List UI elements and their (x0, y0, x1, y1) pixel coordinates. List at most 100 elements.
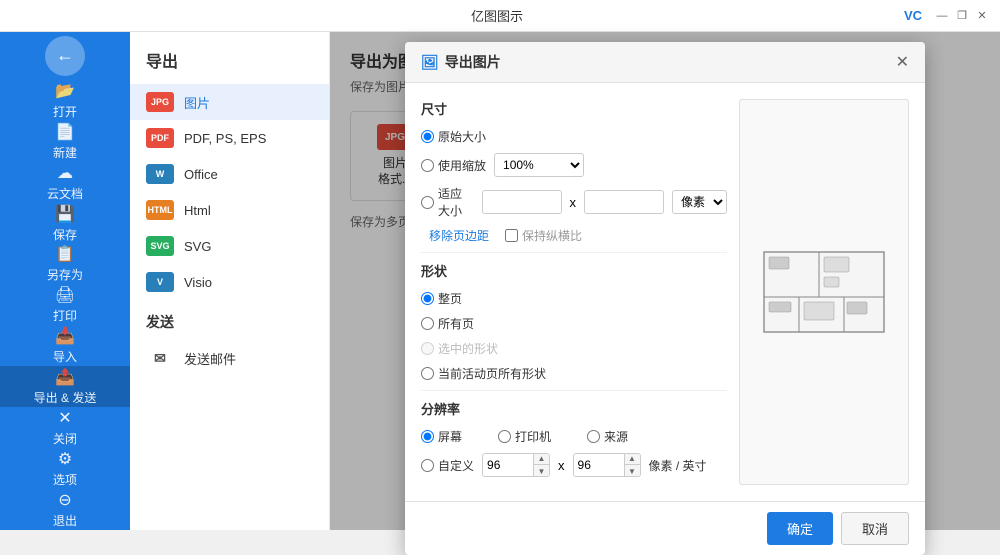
original-size-label[interactable]: 原始大小 (421, 128, 486, 145)
sidebar-item-open[interactable]: 📂 打开 (0, 80, 130, 121)
shape-selected-label: 选中的形状 (421, 340, 498, 357)
sidebar-label-import: 导入 (53, 348, 77, 365)
shape-all-label[interactable]: 所有页 (421, 315, 474, 332)
content-area: 导出 JPG 图片 PDF PDF, PS, EPS W Office HTML… (130, 32, 1000, 530)
res-width-down-button[interactable]: ▼ (533, 465, 549, 477)
zoom-select[interactable]: 100% 50% 200% (494, 153, 584, 177)
sidebar-label-exit: 退出 (53, 512, 77, 529)
shape-current-row: 当前活动页所有形状 (421, 365, 727, 382)
shape-all-text: 所有页 (438, 315, 474, 332)
restore-button[interactable]: ❐ (954, 8, 970, 24)
res-custom-radio[interactable] (421, 459, 434, 472)
sidebar-item-cloud[interactable]: ☁ 云文档 (0, 162, 130, 203)
shape-full-label[interactable]: 整页 (421, 290, 462, 307)
export-left-menu: 导出 JPG 图片 PDF PDF, PS, EPS W Office HTML… (130, 32, 330, 530)
preview-svg (759, 247, 889, 337)
save-icon: 💾 (55, 204, 75, 224)
cancel-button[interactable]: 取消 (841, 512, 909, 545)
menu-item-jpg[interactable]: JPG 图片 (130, 84, 329, 120)
res-width-input[interactable] (483, 456, 533, 474)
res-height-spinner[interactable]: ▲ ▼ (573, 453, 641, 477)
resolution-custom-row: 自定义 ▲ ▼ x (421, 453, 727, 477)
res-print-label[interactable]: 打印机 (498, 428, 551, 445)
sidebar-item-saveas[interactable]: 📋 另存为 (0, 244, 130, 285)
fit-size-radio[interactable] (421, 196, 434, 209)
confirm-button[interactable]: 确定 (767, 512, 833, 545)
shape-full-text: 整页 (438, 290, 462, 307)
fit-size-label[interactable]: 适应大小 (421, 185, 474, 219)
shape-current-radio[interactable] (421, 367, 434, 380)
keep-ratio-text: 保持纵横比 (522, 227, 582, 244)
menu-item-office[interactable]: W Office (130, 156, 329, 192)
margin-ratio-row: 移除页边距 保持纵横比 (421, 227, 727, 244)
fit-unit-select[interactable]: 像素 英寸 (672, 190, 727, 214)
res-source-text: 来源 (604, 428, 628, 445)
dialog-form: 尺寸 原始大小 使 (421, 99, 727, 485)
shape-all-radio[interactable] (421, 317, 434, 330)
app-title: 亿图图示 (90, 6, 904, 25)
new-icon: 📄 (55, 122, 75, 142)
zoom-size-label[interactable]: 使用缩放 (421, 157, 486, 174)
menu-item-pdf[interactable]: PDF PDF, PS, EPS (130, 120, 329, 156)
zoom-size-radio[interactable] (421, 159, 434, 172)
res-height-spinner-btns: ▲ ▼ (624, 453, 640, 477)
res-screen-radio[interactable] (421, 430, 434, 443)
sidebar-item-exit[interactable]: ⊖ 退出 (0, 489, 130, 530)
shape-selected-row: 选中的形状 (421, 340, 727, 357)
menu-item-visio[interactable]: V Visio (130, 264, 329, 300)
res-screen-label[interactable]: 屏幕 (421, 428, 462, 445)
res-width-up-button[interactable]: ▲ (533, 453, 549, 465)
res-unit-text: 像素 / 英寸 (649, 457, 707, 474)
sidebar-item-close[interactable]: ✕ 关闭 (0, 407, 130, 448)
dialog-overlay: 🖼 导出图片 ✕ 尺寸 (330, 32, 1000, 530)
vc-button[interactable]: VC (904, 8, 922, 23)
shape-current-label[interactable]: 当前活动页所有形状 (421, 365, 546, 382)
html-icon: HTML (146, 200, 174, 220)
sidebar-item-import[interactable]: 📥 导入 (0, 325, 130, 366)
dialog-title-text: 导出图片 (445, 52, 501, 72)
sidebar-item-options[interactable]: ⚙ 选项 (0, 448, 130, 489)
original-size-radio[interactable] (421, 130, 434, 143)
res-print-radio[interactable] (498, 430, 511, 443)
shape-current-text: 当前活动页所有形状 (438, 365, 546, 382)
fit-separator: x (570, 195, 577, 210)
open-icon: 📂 (55, 81, 75, 101)
res-height-up-button[interactable]: ▲ (624, 453, 640, 465)
sidebar-item-export[interactable]: 📤 导出 & 发送 (0, 366, 130, 407)
res-source-label[interactable]: 来源 (587, 428, 628, 445)
sidebar-item-new[interactable]: 📄 新建 (0, 121, 130, 162)
res-width-spinner-btns: ▲ ▼ (533, 453, 549, 477)
options-icon: ⚙ (58, 449, 72, 469)
sidebar-item-print[interactable]: 🖨 打印 (0, 284, 130, 325)
keep-ratio-checkbox[interactable] (505, 229, 518, 242)
shape-full-radio[interactable] (421, 292, 434, 305)
fit-height-input[interactable]: 793.701 (584, 190, 664, 214)
export-panel: 导出 JPG 图片 PDF PDF, PS, EPS W Office HTML… (130, 32, 1000, 530)
email-icon: ✉ (146, 348, 174, 368)
res-custom-label[interactable]: 自定义 (421, 457, 474, 474)
divider-2 (421, 390, 727, 391)
res-custom-text: 自定义 (438, 457, 474, 474)
res-width-spinner[interactable]: ▲ ▼ (482, 453, 550, 477)
titlebar: 亿图图示 VC — ❐ ✕ (0, 0, 1000, 32)
dialog-header: 🖼 导出图片 ✕ (405, 42, 925, 83)
dialog-close-button[interactable]: ✕ (896, 52, 909, 72)
res-source-radio[interactable] (587, 430, 600, 443)
minimize-button[interactable]: — (934, 8, 950, 24)
menu-item-email[interactable]: ✉ 发送邮件 (130, 340, 329, 376)
menu-item-svg[interactable]: SVG SVG (130, 228, 329, 264)
pdf-icon: PDF (146, 128, 174, 148)
back-button[interactable]: ← (45, 36, 85, 76)
export-panel-title: 导出 (130, 48, 329, 84)
close-window-button[interactable]: ✕ (974, 8, 990, 24)
menu-item-html[interactable]: HTML Html (130, 192, 329, 228)
res-print-text: 打印机 (515, 428, 551, 445)
sidebar-label-export: 导出 & 发送 (34, 389, 97, 406)
remove-margin-link[interactable]: 移除页边距 (429, 227, 489, 244)
keep-ratio-label[interactable]: 保持纵横比 (505, 227, 582, 244)
sidebar-item-save[interactable]: 💾 保存 (0, 203, 130, 244)
fit-width-input[interactable]: 1122.52 (482, 190, 562, 214)
res-height-input[interactable] (574, 456, 624, 474)
res-height-down-button[interactable]: ▼ (624, 465, 640, 477)
resolution-presets-row: 屏幕 打印机 来源 (421, 428, 727, 445)
